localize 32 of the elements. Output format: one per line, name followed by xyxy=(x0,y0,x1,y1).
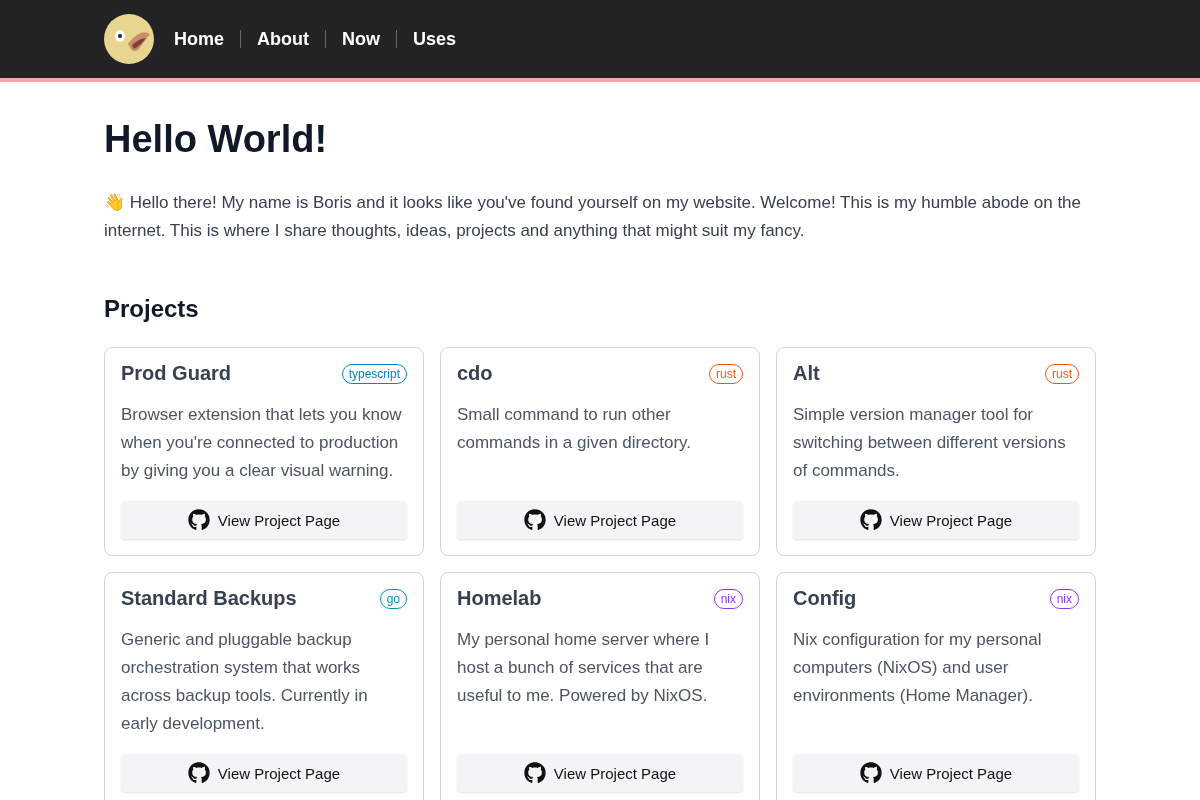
view-project-button[interactable]: View Project Page xyxy=(121,754,407,792)
project-title: Homelab xyxy=(457,587,542,610)
github-icon xyxy=(859,762,882,784)
view-project-button[interactable]: View Project Page xyxy=(457,754,743,792)
view-project-button[interactable]: View Project Page xyxy=(121,501,407,539)
project-description: Small command to run other commands in a given directory. xyxy=(457,404,692,454)
github-icon xyxy=(523,762,546,784)
nav-link[interactable]: Now xyxy=(342,28,380,50)
view-project-button[interactable]: View Project Page xyxy=(793,754,1079,792)
project-title: Standard Backups xyxy=(121,587,297,610)
project-title: Prod Guard xyxy=(121,362,231,385)
github-icon xyxy=(187,762,210,784)
duck-avatar-drawing[interactable] xyxy=(104,14,154,64)
github-icon xyxy=(187,509,210,531)
project-description: Simple version manager tool for switching between different versions of commands. xyxy=(793,404,1067,482)
view-project-button[interactable]: View Project Page xyxy=(457,501,743,539)
view-project-button[interactable]: View Project Page xyxy=(793,501,1079,539)
project-title: Config xyxy=(793,587,857,610)
project-title: cdo xyxy=(457,362,493,385)
project-description: My personal home server where I host a bunch of services that are useful to me. Powered by NixOS. xyxy=(457,629,711,707)
github-icon xyxy=(523,509,546,531)
project-description: Nix configuration for my personal computers (NixOS) and user environments (Home Manager). xyxy=(793,629,1043,707)
project-description: Browser extension that lets you know when you're connected to production by giving you a clear visual warning. xyxy=(121,404,403,482)
nav-link[interactable]: About xyxy=(257,28,309,50)
intro-paragraph: 👋 Hello there! My name is Boris and it looks like you've found yourself on my website. Welcome! This is my humble abode on the internet. This is where I share thoughts, ideas, projects and anything that might suit my fancy. xyxy=(104,192,1082,242)
project-description: Generic and pluggable backup orchestration system that works across backup tools. Currently in early development. xyxy=(121,629,369,735)
nav-link[interactable]: Uses xyxy=(413,28,457,50)
section-heading: Projects xyxy=(104,295,200,323)
project-title: Alt xyxy=(793,362,820,385)
nav-link[interactable]: Home xyxy=(174,28,224,50)
page-heading: Hello World! xyxy=(104,118,329,161)
github-icon xyxy=(859,509,882,531)
